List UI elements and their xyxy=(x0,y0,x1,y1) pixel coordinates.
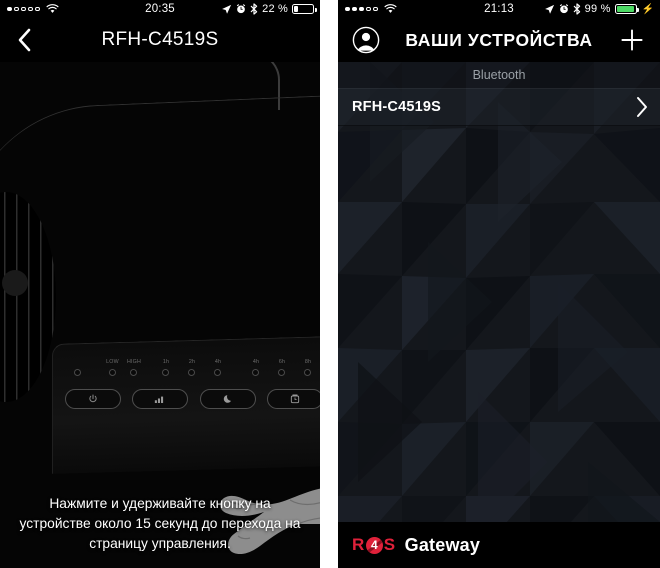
led-cell: 1h xyxy=(153,359,179,376)
add-device-button[interactable] xyxy=(610,18,654,62)
timer-led-group-2: 4h 6h 8h xyxy=(243,359,320,376)
led-label: 6h xyxy=(278,358,286,365)
led-cell xyxy=(71,359,84,376)
led-label: HIGH xyxy=(126,358,141,365)
left-phone-screen: 20:35 22 % RFH-C4519S LOW HIGH 1h 2h 4h … xyxy=(0,0,320,568)
led-cell: 8h xyxy=(295,359,320,376)
logo-letter-s: S xyxy=(383,535,396,554)
led-dot xyxy=(214,368,222,376)
section-header-bluetooth: Bluetooth xyxy=(338,62,660,88)
logo-word-gateway: Gateway xyxy=(404,534,481,555)
led-cell: 6h xyxy=(269,359,295,376)
device-illustration: LOW HIGH 1h 2h 4h 4h 6h 8h Нажмите и уде… xyxy=(0,62,320,568)
led-cell: LOW xyxy=(106,359,119,376)
led-dot xyxy=(252,368,260,376)
led-label: 2h xyxy=(188,358,196,365)
device-name-label: RFH-C4519S xyxy=(352,99,442,115)
led-dot xyxy=(278,368,286,376)
device-outline-curve xyxy=(0,93,320,251)
signal-bars-icon xyxy=(155,396,164,404)
chevron-left-icon xyxy=(18,28,30,52)
device-button-row xyxy=(65,388,320,409)
led-dot xyxy=(108,368,116,376)
timer-icon xyxy=(290,394,300,404)
app-footer: R 4 S Gateway xyxy=(338,522,660,568)
back-button[interactable] xyxy=(2,18,46,62)
chevron-right-icon xyxy=(636,96,648,118)
led-dot xyxy=(130,368,138,376)
timer-button[interactable] xyxy=(266,388,320,409)
led-dot xyxy=(73,368,81,376)
led-dot xyxy=(188,368,196,376)
power-icon xyxy=(89,394,97,403)
led-cell: 2h xyxy=(179,359,205,376)
r4s-gateway-logo: R 4 S Gateway xyxy=(352,535,480,556)
right-status-time: 21:13 xyxy=(484,3,514,15)
power-button[interactable] xyxy=(65,388,121,409)
logo-badge-digit: 4 xyxy=(370,538,378,552)
device-control-panel: LOW HIGH 1h 2h 4h 4h 6h 8h xyxy=(52,336,320,474)
fan-speed-button[interactable] xyxy=(132,388,189,409)
logo-badge-4-icon: 4 xyxy=(365,536,383,554)
right-status-bar: 21:13 99 % ⚡ xyxy=(338,0,660,18)
profile-button[interactable] xyxy=(344,18,388,62)
left-status-time: 20:35 xyxy=(145,3,175,15)
moon-icon xyxy=(223,395,231,403)
led-cell: 4h xyxy=(243,359,269,376)
led-label: 1h xyxy=(162,358,170,365)
led-dot xyxy=(304,368,312,376)
right-phone-screen: 21:13 99 % ⚡ ВАШИ УСТРОЙСТВА Bluetooth R… xyxy=(338,0,660,568)
dual-screenshot-container: 20:35 22 % RFH-C4519S LOW HIGH 1h 2h 4h … xyxy=(0,0,660,568)
led-indicator-row: LOW HIGH 1h 2h 4h 4h 6h 8h xyxy=(71,359,320,376)
logo-letter-r: R xyxy=(352,535,365,554)
panel-divider xyxy=(320,0,338,568)
left-status-bar: 20:35 22 % xyxy=(0,0,320,18)
timer-led-group-1: 1h 2h 4h xyxy=(153,359,231,376)
plus-icon xyxy=(621,29,643,51)
battery-icon xyxy=(614,4,640,14)
night-mode-button[interactable] xyxy=(199,388,256,409)
left-nav-title: RFH-C4519S xyxy=(101,29,219,50)
led-label: 4h xyxy=(214,358,222,365)
list-item[interactable]: RFH-C4519S xyxy=(338,88,660,126)
battery-icon xyxy=(292,4,317,14)
instruction-text: Нажмите и удерживайте кнопку на устройст… xyxy=(19,496,301,551)
user-avatar-icon xyxy=(352,26,380,54)
led-cell: 4h xyxy=(205,359,231,376)
led-cell: HIGH xyxy=(127,359,141,376)
led-dot xyxy=(162,368,170,376)
led-label: 4h xyxy=(252,358,260,365)
device-list-container: Bluetooth RFH-C4519S R 4 S Gateway xyxy=(338,62,660,568)
led-label: LOW xyxy=(106,358,119,365)
led-label: 8h xyxy=(304,358,312,365)
right-nav-bar: ВАШИ УСТРОЙСТВА xyxy=(338,18,660,62)
left-nav-bar: RFH-C4519S xyxy=(0,18,320,62)
polygon-background xyxy=(338,62,660,568)
